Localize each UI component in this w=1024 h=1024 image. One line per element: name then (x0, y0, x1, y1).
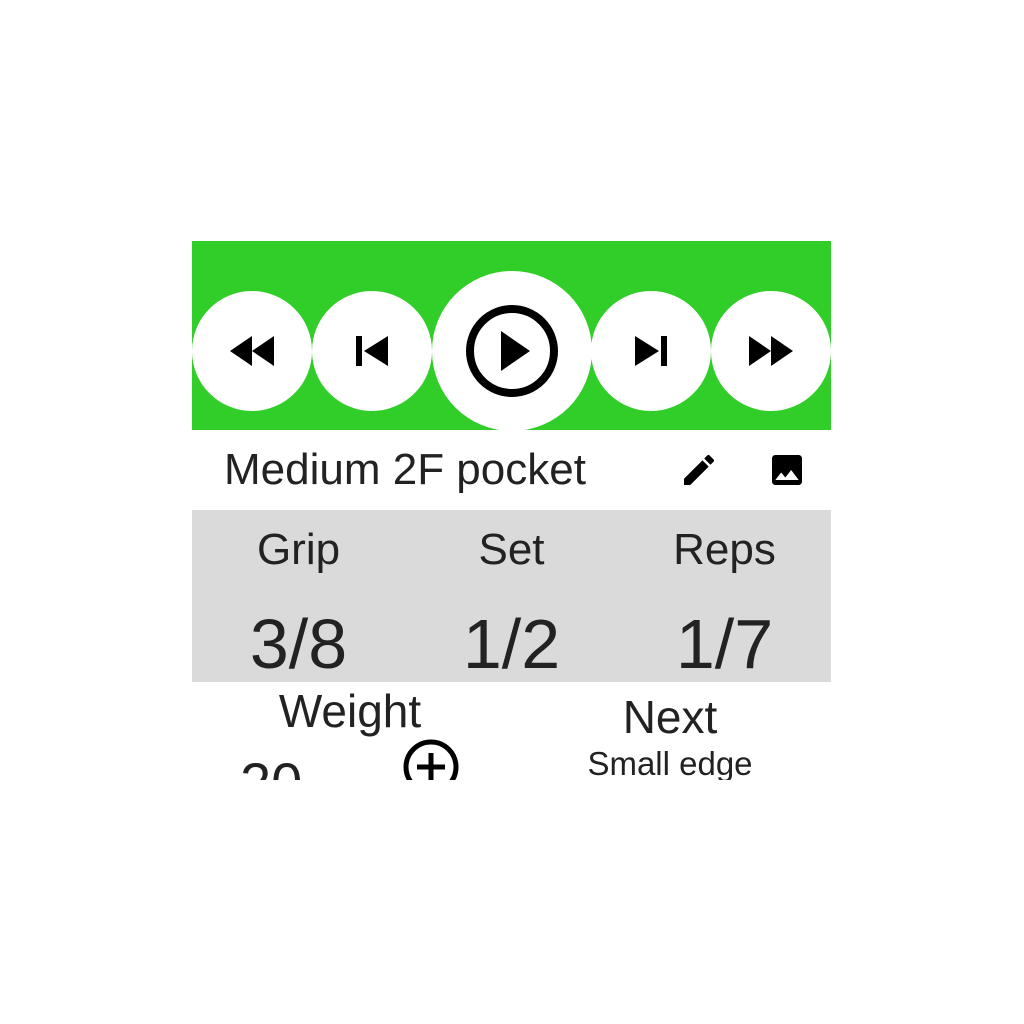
reps-stat: Reps 1/7 (618, 510, 831, 682)
image-button[interactable] (765, 448, 809, 492)
next-exercise-name: Small edge (587, 745, 753, 780)
transport-controls (192, 241, 831, 431)
fast-forward-button[interactable] (711, 291, 831, 411)
exercise-title-row: Medium 2F pocket (192, 430, 831, 510)
stats-panel: Grip 3/8 Set 1/2 Reps 1/7 (192, 510, 831, 682)
weight-value: 20 (240, 752, 302, 781)
grip-stat: Grip 3/8 (192, 510, 405, 682)
fast-forward-icon (749, 336, 793, 366)
set-stat: Set 1/2 (405, 510, 618, 682)
play-button[interactable] (432, 271, 592, 431)
skip-next-button[interactable] (591, 291, 711, 411)
plus-circle-icon (403, 739, 459, 780)
fast-rewind-icon (230, 336, 274, 366)
edit-button[interactable] (677, 448, 721, 492)
weight-label: Weight (278, 685, 422, 737)
set-label: Set (478, 525, 545, 574)
workout-screen: Medium 2F pocket Grip 3/8 Set 1/2 Reps 1… (192, 241, 831, 780)
reps-label: Reps (673, 525, 776, 574)
add-weight-button[interactable] (401, 737, 461, 780)
grip-value: 3/8 (249, 605, 348, 683)
skip-next-icon (635, 336, 667, 366)
reps-value: 1/7 (675, 605, 774, 683)
exercise-title: Medium 2F pocket (224, 445, 586, 494)
fast-rewind-button[interactable] (192, 291, 312, 411)
pencil-icon (684, 454, 715, 485)
skip-previous-button[interactable] (312, 291, 432, 411)
set-value: 1/2 (462, 605, 561, 683)
play-circle-icon (466, 305, 558, 397)
grip-label: Grip (256, 525, 341, 574)
image-icon (772, 455, 802, 485)
skip-previous-icon (356, 336, 388, 366)
next-label: Next (622, 691, 718, 743)
bottom-panel: Weight 20 Next Small edge (192, 682, 831, 780)
